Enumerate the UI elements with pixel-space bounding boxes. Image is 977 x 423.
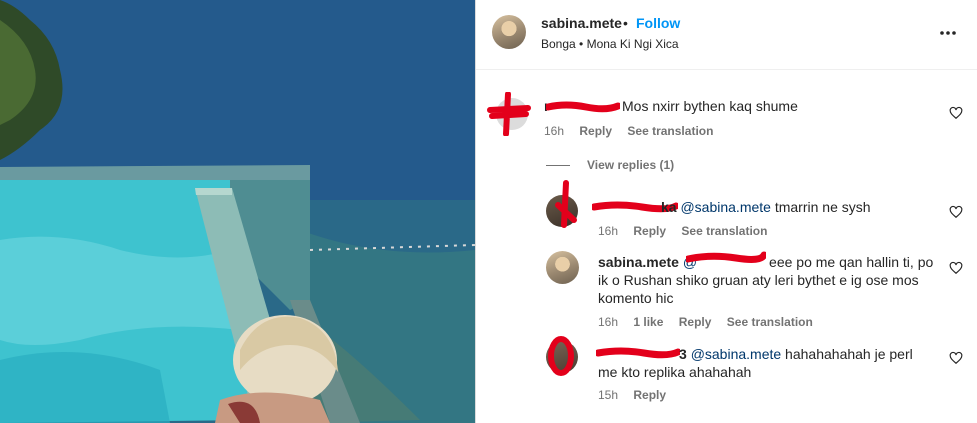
comment-4-body-line1: hahahahahah je perl: [781, 346, 913, 362]
comment-2-text: ka @sabina.mete tmarrin ne sysh: [661, 198, 871, 216]
comment-4-mention[interactable]: @sabina.mete: [691, 346, 781, 362]
post-header: sabina.mete • Follow Bonga • Mona Ki Ngi…: [476, 0, 977, 70]
audio-track-label[interactable]: Bonga • Mona Ki Ngi Xica: [541, 37, 679, 51]
redacted-avatar-scribble: [548, 336, 574, 376]
comment-1-reply-button[interactable]: Reply: [579, 124, 612, 138]
comment-3-translation-link[interactable]: See translation: [727, 315, 813, 329]
comment-1-time: 16h: [544, 124, 565, 138]
comment-1-meta: 16h Reply See translation: [544, 124, 725, 138]
comment-3-avatar[interactable]: [546, 251, 579, 284]
comment-3-likes[interactable]: 1 like: [633, 315, 663, 329]
comment-1-text: Mos nxirr bythen kaq shume: [622, 98, 798, 114]
more-options-icon[interactable]: [938, 23, 958, 43]
comment-3-username[interactable]: sabina.mete: [598, 254, 679, 270]
comment-2-body: tmarrin ne sysh: [770, 199, 871, 215]
author-avatar[interactable]: [492, 15, 526, 49]
comment-2-username[interactable]: ka: [661, 199, 677, 215]
comment-4-meta: 15h Reply: [598, 388, 678, 402]
comment-2-meta: 16h Reply See translation: [598, 224, 779, 238]
comment-3-body-line2: ik o Rushan shiko gruan aty leri bythet …: [598, 272, 919, 288]
redacted-username-scribble: [596, 347, 680, 359]
comment-1-translation-link[interactable]: See translation: [627, 124, 713, 138]
comment-4-text: 3 @sabina.mete hahahahahah je perl: [679, 345, 949, 363]
comment-3-reply-button[interactable]: Reply: [679, 315, 712, 329]
redacted-username-scribble: [546, 101, 620, 113]
view-replies-button[interactable]: View replies (1): [587, 158, 674, 172]
comment-4-body-line2: me kto replika ahahahah: [598, 364, 752, 380]
comment-2-translation-link[interactable]: See translation: [681, 224, 767, 238]
author-username[interactable]: sabina.mete: [541, 15, 622, 31]
comment-3-text: sabina.mete @ eee po me qan hallin ti, po…: [598, 253, 943, 307]
comment-3-like-icon[interactable]: [949, 261, 963, 275]
redacted-avatar-scribble: [487, 92, 531, 136]
post-photo[interactable]: [0, 0, 475, 423]
comment-4-username[interactable]: 3: [679, 346, 687, 362]
comment-3-body-line1: eee po me qan hallin ti, po: [769, 254, 934, 270]
comment-4-like-icon[interactable]: [949, 351, 963, 365]
comment-1-like-icon[interactable]: [949, 106, 963, 120]
comment-2-like-icon[interactable]: [949, 205, 963, 219]
comment-3-time: 16h: [598, 315, 619, 329]
comment-4-time: 15h: [598, 388, 619, 402]
view-replies-line: [546, 165, 570, 166]
redacted-mention-scribble: [686, 251, 766, 263]
comment-2-reply-button[interactable]: Reply: [633, 224, 666, 238]
redacted-avatar-scribble: [555, 180, 577, 228]
comment-2-mention[interactable]: @sabina.mete: [680, 199, 770, 215]
comment-4-reply-button[interactable]: Reply: [633, 388, 666, 402]
comments-panel: sabina.mete • Follow Bonga • Mona Ki Ngi…: [475, 0, 977, 423]
pool-scene-illustration: [0, 0, 475, 423]
comment-2-time: 16h: [598, 224, 619, 238]
header-separator: •: [623, 15, 628, 31]
comment-3-meta: 16h 1 like Reply See translation: [598, 315, 825, 329]
comment-3-body-line3: komento hic: [598, 290, 674, 306]
follow-button[interactable]: Follow: [636, 15, 680, 31]
